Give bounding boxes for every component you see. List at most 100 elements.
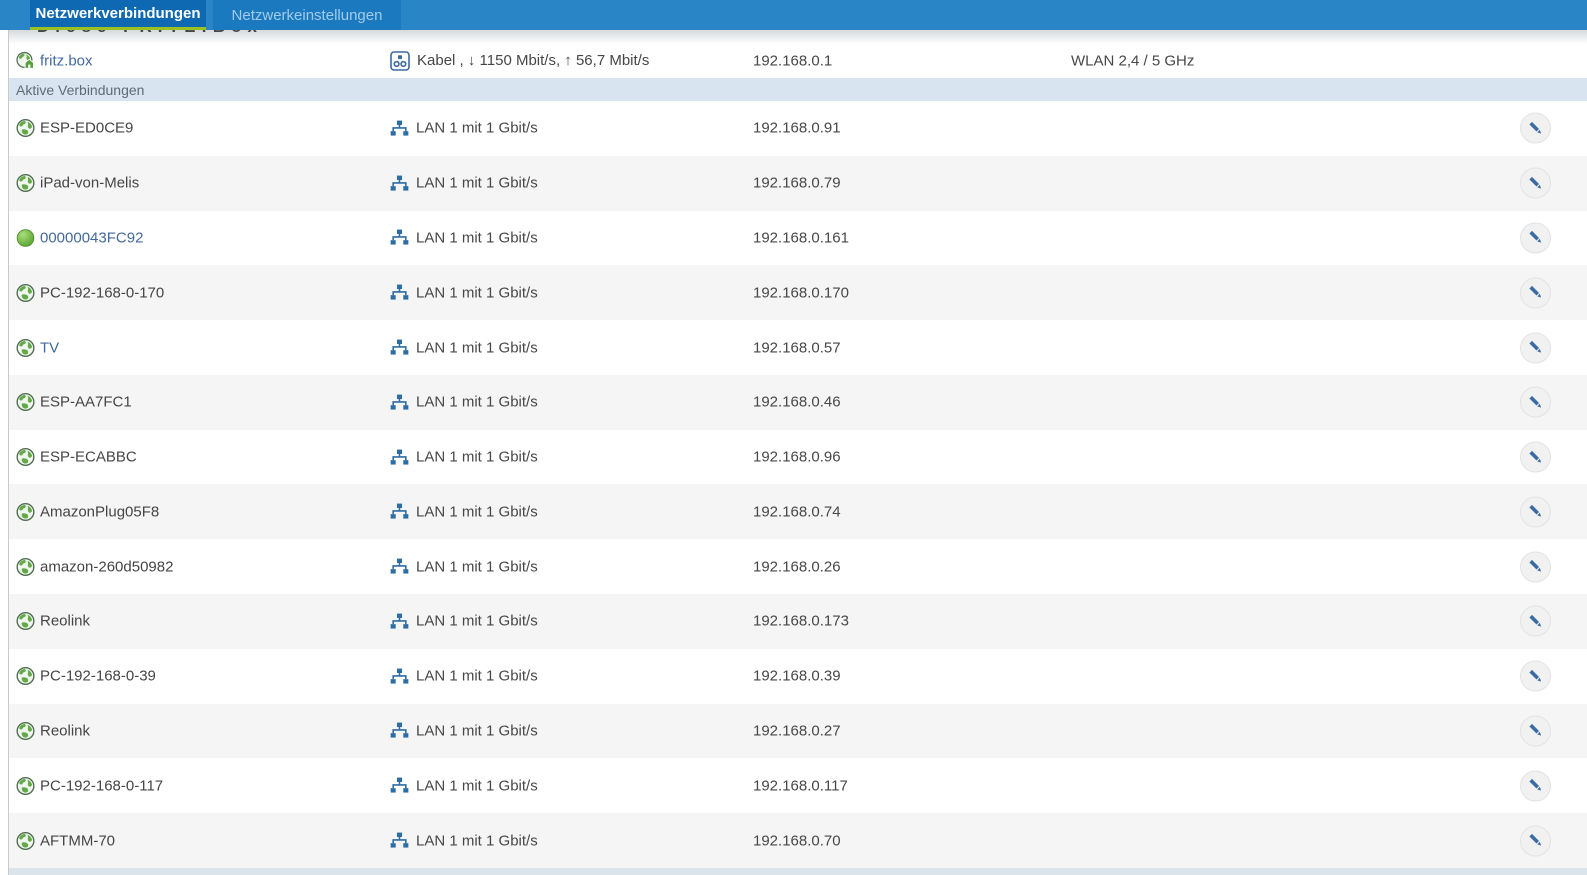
device-edit	[1520, 222, 1551, 254]
tab-netzwerkeinstellungen[interactable]: Netzwerkeinstellungen	[213, 0, 401, 30]
device-name: PC-192-168-0-170	[40, 284, 165, 302]
device-name[interactable]: TV	[40, 339, 59, 356]
device-icon-slot	[16, 338, 35, 357]
globe-icon	[16, 776, 35, 795]
edit-device-button[interactable]	[1520, 770, 1551, 802]
edit-device-button[interactable]	[1520, 825, 1551, 857]
device-connection: LAN 1 mit 1 Gbit/s	[390, 613, 538, 630]
device-row: PC-192-168-0-117 LAN 1 mit 1 Gbit/s 192.…	[9, 758, 1587, 814]
device-edit	[1520, 715, 1551, 747]
lan-icon	[390, 777, 409, 793]
device-edit	[1520, 441, 1551, 473]
router-ip: 192.168.0.1	[753, 52, 833, 69]
device-connection-text: LAN 1 mit 1 Gbit/s	[416, 667, 538, 685]
edit-device-button[interactable]	[1520, 715, 1551, 747]
status-green-icon	[16, 229, 35, 247]
edit-device-button[interactable]	[1520, 551, 1551, 583]
router-name-link[interactable]: fritz.box	[40, 52, 93, 69]
connections-table: Diese FRITZ!Box fritz.box	[8, 30, 1587, 875]
tab-netzwerkverbindungen[interactable]: Netzwerkverbindungen	[30, 0, 206, 30]
pencil-icon	[1528, 121, 1541, 134]
device-ip: 192.168.0.27	[753, 722, 841, 740]
tab-bar: Netzwerkverbindungen Netzwerkeinstellung…	[0, 0, 1587, 30]
device-name: Reolink	[40, 722, 91, 740]
device-connection: LAN 1 mit 1 Gbit/s	[390, 558, 538, 575]
lan-icon	[390, 503, 409, 519]
device-connection-text: LAN 1 mit 1 Gbit/s	[416, 229, 538, 247]
edit-device-button[interactable]	[1520, 332, 1551, 364]
device-row: Reolink LAN 1 mit 1 Gbit/s 192.168.0.27	[9, 703, 1587, 759]
device-connection-text: LAN 1 mit 1 Gbit/s	[416, 612, 538, 630]
device-icon-slot	[16, 721, 35, 741]
edit-device-button[interactable]	[1520, 167, 1551, 199]
edit-device-button[interactable]	[1520, 496, 1551, 528]
device-edit	[1520, 825, 1551, 857]
lan-icon	[390, 558, 409, 574]
device-connection: LAN 1 mit 1 Gbit/s	[390, 175, 538, 192]
pencil-icon	[1528, 340, 1541, 353]
edit-device-button[interactable]	[1520, 660, 1551, 692]
device-connection: LAN 1 mit 1 Gbit/s	[390, 668, 538, 685]
device-connection-text: LAN 1 mit 1 Gbit/s	[416, 448, 538, 466]
lan-icon	[390, 668, 409, 684]
device-connection-text: LAN 1 mit 1 Gbit/s	[416, 174, 538, 192]
device-row: ESP-AA7FC1 LAN 1 mit 1 Gbit/s 192.168.0.…	[9, 374, 1587, 430]
router-connection: Kabel , ↓ 1150 Mbit/s, ↑ 56,7 Mbit/s	[390, 50, 650, 71]
device-ip: 192.168.0.91	[753, 119, 841, 137]
device-icon-slot	[16, 119, 35, 138]
device-edit	[1520, 660, 1551, 692]
pencil-icon	[1528, 505, 1541, 517]
lan-icon	[390, 613, 409, 629]
device-name: ESP-ECABBC	[40, 448, 137, 466]
device-ip: 192.168.0.170	[753, 284, 849, 302]
pencil-icon	[1528, 779, 1541, 791]
device-edit	[1520, 167, 1551, 199]
device-row: PC-192-168-0-170 LAN 1 mit 1 Gbit/s 192.…	[9, 265, 1587, 321]
pencil-icon	[1528, 614, 1541, 627]
device-row: TV LAN 1 mit 1 Gbit/s 192.168.0.57	[9, 320, 1587, 375]
globe-icon	[16, 338, 35, 357]
device-edit	[1520, 112, 1551, 144]
globe-icon	[16, 612, 35, 631]
device-ip: 192.168.0.46	[753, 393, 841, 411]
device-name: Reolink	[40, 612, 91, 630]
router-row: fritz.box Kabel , ↓ 1150 Mbit/s, ↑ 56,7 …	[9, 43, 1587, 78]
edit-device-button[interactable]	[1520, 441, 1551, 473]
device-connection: LAN 1 mit 1 Gbit/s	[390, 777, 538, 794]
device-connection-text: LAN 1 mit 1 Gbit/s	[416, 393, 538, 411]
device-icon-slot	[16, 776, 35, 795]
globe-icon	[16, 283, 35, 302]
globe-icon	[16, 831, 35, 850]
edit-device-button[interactable]	[1520, 222, 1551, 254]
edit-device-button[interactable]	[1520, 112, 1551, 144]
globe-icon	[16, 667, 35, 686]
device-connection: LAN 1 mit 1 Gbit/s	[390, 503, 538, 520]
device-icon-slot	[16, 557, 35, 576]
device-row: PC-192-168-0-39 LAN 1 mit 1 Gbit/s 192.1…	[9, 648, 1587, 704]
device-edit	[1520, 386, 1551, 418]
edit-device-button[interactable]	[1520, 277, 1551, 309]
router-connection-text: Kabel , ↓ 1150 Mbit/s, ↑ 56,7 Mbit/s	[417, 52, 650, 69]
device-icon-slot	[16, 612, 35, 631]
router-wlan-bands: WLAN 2,4 / 5 GHz	[1071, 52, 1195, 69]
device-edit	[1520, 770, 1551, 802]
device-edit	[1520, 605, 1551, 637]
device-name[interactable]: 00000043FC92	[40, 229, 143, 246]
globe-icon	[16, 393, 35, 412]
edit-device-button[interactable]	[1520, 386, 1551, 418]
edit-device-button[interactable]	[1520, 605, 1551, 637]
cable-connection-icon	[390, 50, 410, 71]
device-connection-text: LAN 1 mit 1 Gbit/s	[416, 284, 538, 302]
device-name: AFTMM-70	[40, 832, 115, 850]
device-row: Reolink LAN 1 mit 1 Gbit/s 192.168.0.173	[9, 594, 1587, 649]
device-edit	[1520, 332, 1551, 364]
pencil-icon	[1528, 176, 1541, 189]
lan-icon	[390, 284, 409, 300]
device-connection: LAN 1 mit 1 Gbit/s	[390, 339, 538, 356]
next-section-edge	[9, 868, 1587, 875]
device-ip: 192.168.0.39	[753, 667, 841, 685]
device-icon-slot	[16, 502, 35, 521]
globe-icon	[16, 502, 35, 521]
device-name: iPad-von-Melis	[40, 174, 140, 192]
device-name: amazon-260d50982	[40, 558, 174, 576]
